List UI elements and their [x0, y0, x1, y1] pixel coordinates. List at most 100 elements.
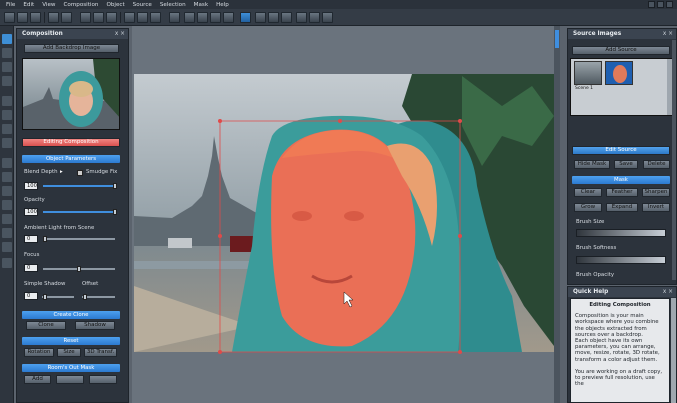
- menu-view[interactable]: View: [42, 2, 55, 8]
- layer-down-icon[interactable]: [137, 12, 148, 23]
- focus-field[interactable]: 0: [24, 264, 38, 272]
- brush-icon[interactable]: [255, 12, 266, 23]
- shadow-slider[interactable]: [42, 294, 74, 300]
- slider-knob[interactable]: [113, 183, 117, 189]
- slider-knob[interactable]: [43, 236, 47, 242]
- smudge-fix-checkbox[interactable]: [77, 170, 83, 176]
- magic-wand-icon[interactable]: [240, 12, 251, 23]
- clear-button[interactable]: Clear: [574, 188, 602, 197]
- empty-button[interactable]: [56, 375, 84, 384]
- hide-mask-button[interactable]: Hide Mask: [574, 160, 610, 169]
- undo-icon[interactable]: [48, 12, 59, 23]
- brush-size-slider[interactable]: [576, 229, 666, 237]
- menu-file[interactable]: File: [6, 2, 15, 8]
- pen-icon[interactable]: [2, 110, 12, 120]
- add-source-button[interactable]: Add Source: [572, 46, 670, 55]
- redo-icon[interactable]: [61, 12, 72, 23]
- menu-composition[interactable]: Composition: [64, 2, 99, 8]
- menu-mask[interactable]: Mask: [194, 2, 208, 8]
- panel-close-icon[interactable]: x ×: [663, 29, 673, 39]
- blur-icon[interactable]: [2, 186, 12, 196]
- paste-icon[interactable]: [106, 12, 117, 23]
- feather-button[interactable]: Feather: [606, 188, 638, 197]
- close-icon[interactable]: [666, 1, 673, 8]
- pan-icon[interactable]: [169, 12, 180, 23]
- brush-softness-slider[interactable]: [576, 256, 666, 264]
- quick-help-scrollbar[interactable]: [671, 298, 676, 403]
- size-button[interactable]: Size: [57, 348, 81, 357]
- grow-button[interactable]: Grow: [574, 203, 602, 212]
- zoom-out-icon[interactable]: [197, 12, 208, 23]
- sharpen-icon[interactable]: [2, 200, 12, 210]
- panel-close-icon[interactable]: x ×: [115, 29, 125, 39]
- preview-icon[interactable]: [322, 12, 333, 23]
- slider-knob[interactable]: [77, 266, 81, 272]
- expand-button[interactable]: Expand: [606, 203, 638, 212]
- eyedropper-icon[interactable]: [2, 242, 12, 252]
- empty-button[interactable]: [89, 375, 117, 384]
- clone-button[interactable]: Clone: [26, 321, 66, 330]
- mask-brush-icon[interactable]: [2, 96, 12, 106]
- blend-depth-arrow-icon[interactable]: ▸: [60, 169, 63, 175]
- fill-icon[interactable]: [2, 138, 12, 148]
- add-backdrop-button[interactable]: Add Backdrop Image: [24, 44, 119, 53]
- menu-help[interactable]: Help: [216, 2, 229, 8]
- select-arrow-icon[interactable]: [2, 34, 12, 44]
- ambient-light-slider[interactable]: [43, 236, 115, 242]
- shadow-field[interactable]: 0: [24, 292, 38, 300]
- save-button[interactable]: Save: [614, 160, 638, 169]
- source-thumbnail-child[interactable]: [605, 61, 633, 85]
- slider-knob[interactable]: [113, 209, 117, 215]
- focus-slider[interactable]: [43, 266, 115, 272]
- menu-edit[interactable]: Edit: [23, 2, 34, 8]
- slider-knob[interactable]: [43, 294, 47, 300]
- smudge-icon[interactable]: [2, 172, 12, 182]
- opacity-field[interactable]: 100: [24, 208, 38, 216]
- source-panel-scrollbar[interactable]: [672, 40, 676, 280]
- add-button[interactable]: Add: [24, 375, 51, 384]
- zoom-in-icon[interactable]: [184, 12, 195, 23]
- composition-thumbnail[interactable]: [22, 58, 120, 130]
- burn-icon[interactable]: [2, 228, 12, 238]
- minimize-icon[interactable]: [648, 1, 655, 8]
- opacity-slider[interactable]: [43, 209, 117, 215]
- eraser-icon[interactable]: [268, 12, 279, 23]
- zoom-actual-icon[interactable]: [223, 12, 234, 23]
- canvas-vertical-scrollbar[interactable]: [554, 26, 560, 403]
- menu-object[interactable]: Object: [106, 2, 124, 8]
- invert-button[interactable]: Invert: [642, 203, 670, 212]
- editing-composition-button[interactable]: Editing Composition: [22, 138, 120, 147]
- rulers-icon[interactable]: [309, 12, 320, 23]
- crop-icon[interactable]: [2, 76, 12, 86]
- layer-up-icon[interactable]: [124, 12, 135, 23]
- delete-button[interactable]: Delete: [643, 160, 670, 169]
- dodge-icon[interactable]: [2, 214, 12, 224]
- composition-canvas[interactable]: [132, 26, 554, 403]
- shadow-button[interactable]: Shadow: [75, 321, 115, 330]
- 3d-transform-button[interactable]: 3D Transf.: [84, 348, 117, 357]
- duplicate-icon[interactable]: [150, 12, 161, 23]
- clone-stamp-icon[interactable]: [2, 158, 12, 168]
- menu-source[interactable]: Source: [133, 2, 152, 8]
- save-icon[interactable]: [30, 12, 41, 23]
- maximize-icon[interactable]: [657, 1, 664, 8]
- slider-knob[interactable]: [83, 294, 87, 300]
- rotation-button[interactable]: Rotation: [24, 348, 54, 357]
- zoom-fit-icon[interactable]: [210, 12, 221, 23]
- sharpen-button[interactable]: Sharpen: [642, 188, 670, 197]
- move-icon[interactable]: [2, 62, 12, 72]
- offset-slider[interactable]: [82, 294, 115, 300]
- ambient-light-field[interactable]: 0: [24, 235, 38, 243]
- copy-icon[interactable]: [93, 12, 104, 23]
- cut-icon[interactable]: [80, 12, 91, 23]
- grid-icon[interactable]: [296, 12, 307, 23]
- source-thumbnails-list[interactable]: Scene 1: [570, 58, 672, 116]
- blend-depth-slider[interactable]: [43, 183, 117, 189]
- transform-icon[interactable]: [2, 48, 12, 58]
- scroll-thumb[interactable]: [555, 30, 559, 48]
- hand-icon[interactable]: [2, 258, 12, 268]
- blend-depth-field[interactable]: 100: [24, 182, 38, 190]
- menu-selection[interactable]: Selection: [160, 2, 186, 8]
- open-icon[interactable]: [17, 12, 28, 23]
- new-icon[interactable]: [4, 12, 15, 23]
